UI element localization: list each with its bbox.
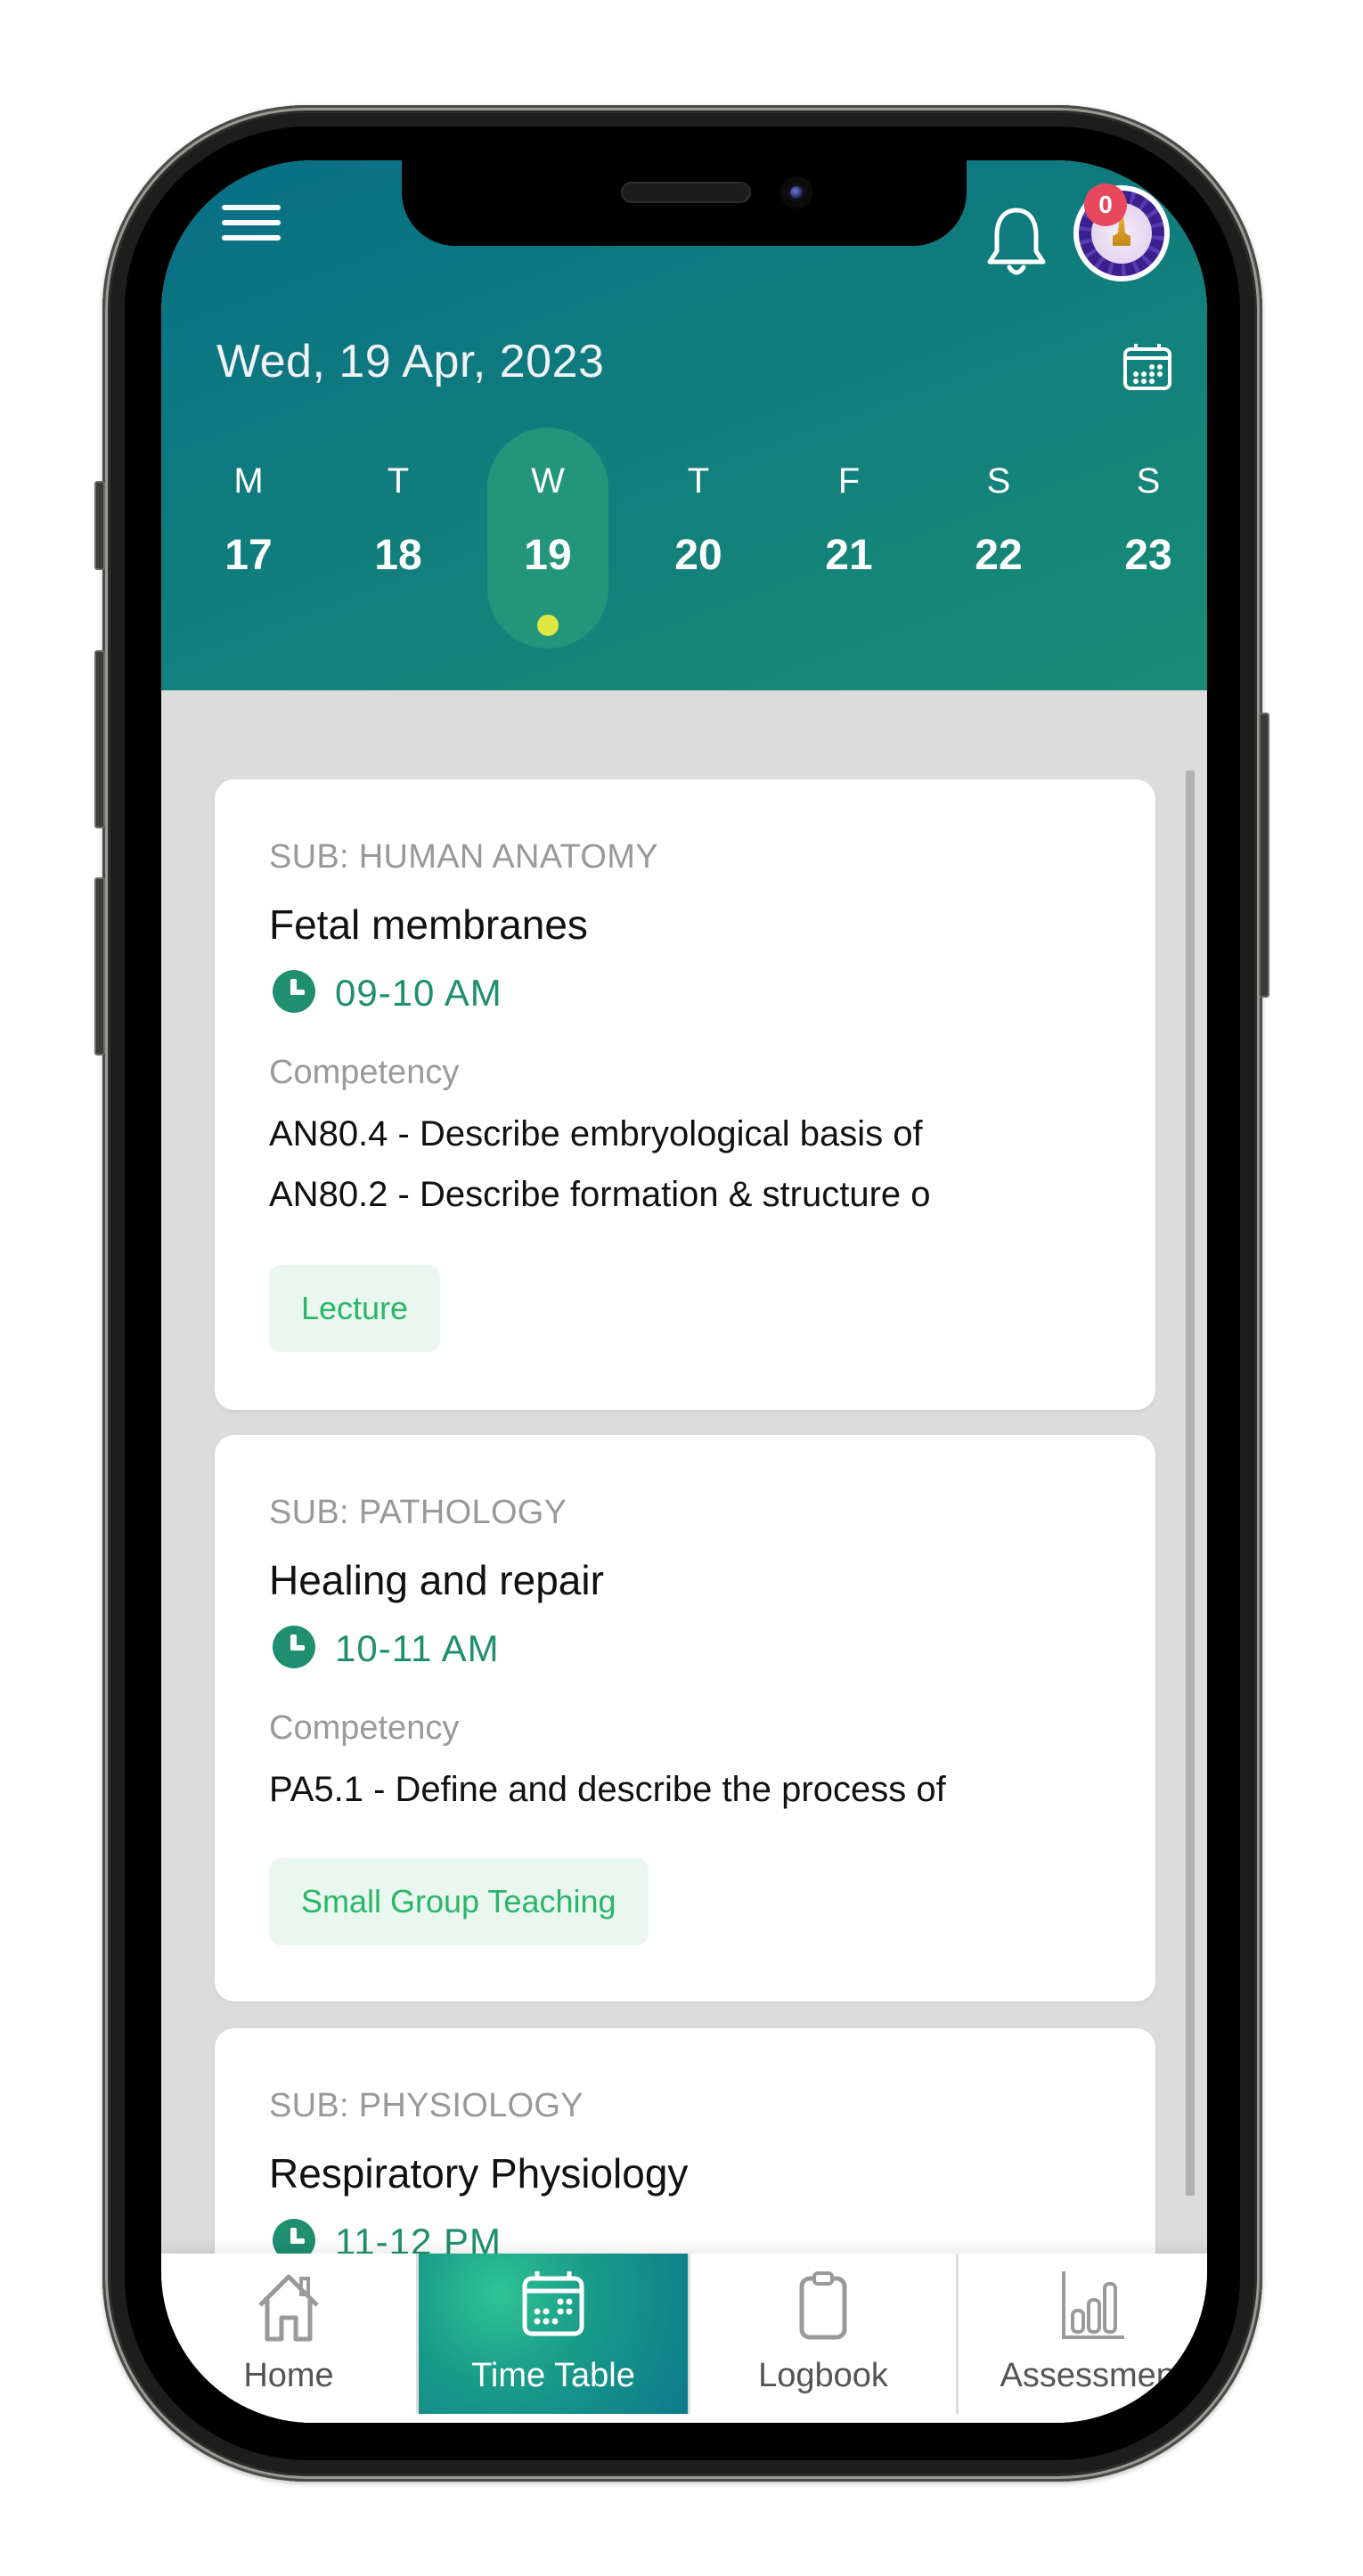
day-saturday[interactable]: S 22	[938, 428, 1059, 659]
week-day-strip: M 17 T 18 W 19 T 20 F 21 S 22 S 23	[188, 428, 1184, 659]
calendar-icon	[522, 2271, 584, 2336]
day-number: 17	[224, 532, 273, 579]
class-title: Healing and repair	[269, 1557, 604, 1603]
volume-down-button	[94, 877, 105, 1056]
menu-icon-bar	[222, 235, 281, 240]
competency-item: AN80.2 - Describe formation & structure …	[269, 1175, 931, 1214]
day-of-week: F	[837, 461, 861, 501]
day-of-week: M	[233, 461, 264, 501]
day-number: 18	[374, 532, 422, 579]
power-button	[1259, 713, 1269, 998]
day-number: 22	[975, 532, 1023, 579]
day-monday[interactable]: M 17	[188, 428, 309, 659]
subject-label: SUB: PHYSIOLOGY	[269, 2087, 584, 2124]
front-camera	[780, 176, 812, 208]
notifications-button[interactable]	[981, 201, 1052, 281]
nav-assessment[interactable]: Assessment	[959, 2254, 1207, 2414]
bell-icon	[987, 208, 1046, 275]
class-title: Fetal membranes	[269, 901, 588, 948]
day-thursday[interactable]: T 20	[638, 428, 759, 659]
app-screen: 0 Wed, 19 Apr, 2023 M 17 T 18 W 19 T 20 …	[161, 160, 1207, 2423]
phone-notch	[402, 160, 967, 246]
class-title: Respiratory Physiology	[269, 2150, 689, 2197]
hamburger-menu-button[interactable]	[222, 205, 281, 244]
session-type-tag: Small Group Teaching	[269, 1858, 649, 1945]
open-calendar-button[interactable]	[1122, 342, 1173, 392]
earpiece-speaker	[621, 182, 751, 203]
day-tuesday[interactable]: T 18	[338, 428, 459, 659]
menu-icon-bar	[222, 220, 281, 225]
nav-label: Home	[243, 2357, 334, 2394]
competency-label: Competency	[269, 1054, 460, 1091]
event-indicator-dot	[537, 615, 559, 636]
competency-item: AN80.4 - Describe embryological basis of	[269, 1114, 923, 1153]
nav-label: Assessment	[1000, 2357, 1185, 2394]
home-icon	[258, 2274, 319, 2342]
clipboard-icon	[799, 2271, 847, 2340]
day-number: 21	[825, 532, 873, 579]
day-wednesday-selected[interactable]: W 19	[487, 428, 608, 659]
class-card[interactable]: SUB: PATHOLOGY Healing and repair 10-11 …	[215, 1435, 1155, 2001]
day-of-week: T	[687, 461, 710, 501]
nav-label: Logbook	[758, 2357, 888, 2394]
class-card[interactable]: SUB: HUMAN ANATOMY Fetal membranes 09-10…	[215, 779, 1155, 1410]
nav-time-table[interactable]: Time Table	[419, 2254, 688, 2414]
schedule-list: SUB: HUMAN ANATOMY Fetal membranes 09-10…	[161, 690, 1207, 2423]
nav-home[interactable]: Home	[161, 2254, 416, 2414]
subject-label: SUB: HUMAN ANATOMY	[269, 838, 658, 876]
day-of-week: S	[986, 461, 1011, 501]
clock-icon	[273, 970, 315, 1013]
day-sunday[interactable]: S 23	[1088, 428, 1207, 659]
nav-logbook[interactable]: Logbook	[690, 2254, 956, 2414]
day-of-week: S	[1136, 461, 1161, 501]
nav-label: Time Table	[471, 2357, 635, 2394]
competency-item: PA5.1 - Define and describe the process …	[269, 1770, 946, 1809]
selected-date-title: Wed, 19 Apr, 2023	[216, 336, 605, 387]
mute-switch	[94, 481, 105, 570]
day-of-week: W	[531, 461, 565, 501]
bottom-navigation: Home Time Table Logbook Assessment	[161, 2254, 1207, 2423]
class-time: 10-11 AM	[335, 1627, 500, 1669]
session-type-tag: Lecture	[269, 1265, 441, 1352]
clock-icon	[273, 1626, 315, 1668]
day-number: 23	[1124, 532, 1172, 579]
notification-count-badge: 0	[1084, 183, 1127, 226]
calendar-icon	[1123, 344, 1171, 390]
subject-label: SUB: PATHOLOGY	[269, 1494, 567, 1531]
volume-up-button	[94, 650, 105, 828]
bar-chart-icon	[1062, 2271, 1124, 2339]
scrollbar[interactable]	[1186, 770, 1195, 2196]
class-time: 09-10 AM	[335, 972, 502, 1014]
competency-label: Competency	[269, 1709, 460, 1747]
menu-icon-bar	[222, 205, 281, 210]
day-number: 20	[674, 532, 722, 579]
day-number: 19	[524, 532, 572, 579]
day-of-week: T	[387, 461, 410, 501]
day-friday[interactable]: F 21	[788, 428, 910, 659]
